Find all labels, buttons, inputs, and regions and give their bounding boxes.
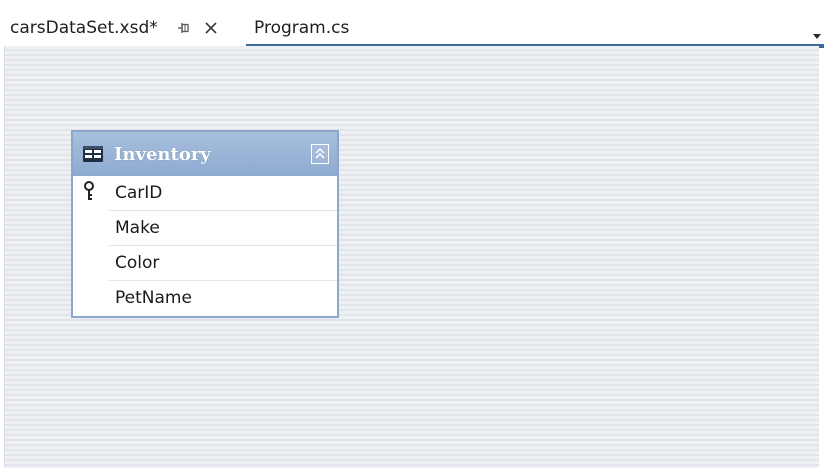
primary-key-icon <box>83 181 95 203</box>
datatable-header[interactable]: Inventory <box>73 132 337 176</box>
tab-title: Program.cs <box>254 18 350 38</box>
chevron-down-icon[interactable] <box>812 26 822 39</box>
datatable-name: Inventory <box>114 143 211 165</box>
column-name: PetName <box>115 288 192 308</box>
row-selector <box>73 246 109 281</box>
row-selector <box>73 176 109 211</box>
column-row-color[interactable]: Color <box>73 246 337 281</box>
close-icon[interactable] <box>202 19 220 37</box>
column-row-make[interactable]: Make <box>73 211 337 246</box>
column-row-petname[interactable]: PetName <box>73 281 337 316</box>
tab-title: carsDataSet.xsd* <box>10 18 158 38</box>
datatable-inventory[interactable]: Inventory CarID Make Color PetName <box>71 130 339 318</box>
designer-window: carsDataSet.xsd* Program.cs Inventory Ca… <box>0 0 824 473</box>
dataset-designer-surface[interactable]: Inventory CarID Make Color PetName <box>4 46 819 468</box>
tab-carsdataset-xsd[interactable]: carsDataSet.xsd* <box>4 12 246 44</box>
row-selector <box>73 281 109 316</box>
tab-program-cs[interactable]: Program.cs <box>248 12 448 44</box>
collapse-up-icon[interactable] <box>311 144 329 164</box>
row-selector <box>73 211 109 246</box>
pin-icon[interactable] <box>176 20 192 36</box>
datatable-columns: CarID Make Color PetName <box>73 176 337 316</box>
column-row-carid[interactable]: CarID <box>73 176 337 211</box>
column-name: Make <box>115 218 160 238</box>
column-name: Color <box>115 253 160 273</box>
table-icon <box>82 144 104 164</box>
column-name: CarID <box>115 183 163 203</box>
document-tab-strip: carsDataSet.xsd* Program.cs <box>0 4 824 48</box>
